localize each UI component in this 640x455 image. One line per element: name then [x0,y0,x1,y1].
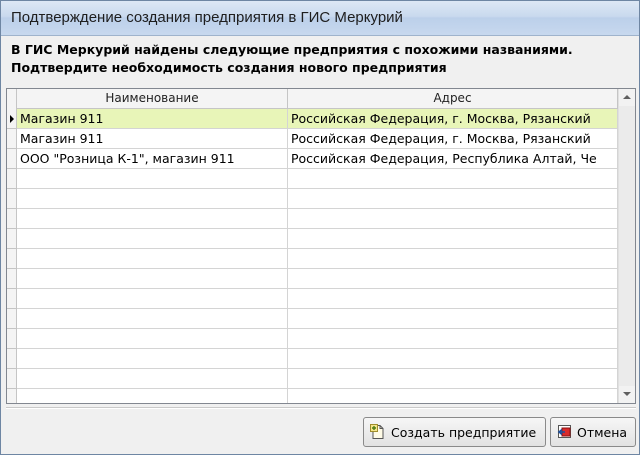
empty-table-row [7,289,618,309]
cell-name[interactable] [17,249,288,269]
empty-table-row [7,389,618,403]
row-indicator[interactable] [7,149,17,169]
cancel-icon [557,425,571,438]
row-indicator[interactable] [7,129,17,149]
row-indicator[interactable] [7,329,17,349]
row-indicator[interactable] [7,209,17,229]
empty-table-row [7,169,618,189]
row-indicator[interactable] [7,349,17,369]
message-line-2: Подтвердите необходимость создания новог… [11,60,447,75]
row-indicator[interactable] [7,369,17,389]
cell-name[interactable] [17,369,288,389]
message-line-1: В ГИС Меркурий найдены следующие предпри… [11,42,573,57]
empty-table-row [7,329,618,349]
cell-address[interactable] [288,169,618,189]
cell-name[interactable] [17,309,288,329]
cell-address[interactable] [288,249,618,269]
cell-name[interactable] [17,329,288,349]
new-document-icon [370,424,384,439]
row-indicator[interactable] [7,109,17,129]
cancel-label: Отмена [577,425,628,440]
empty-table-row [7,349,618,369]
row-indicator[interactable] [7,269,17,289]
empty-table-row [7,369,618,389]
enterprises-grid[interactable]: Наименование Адрес Магазин 911 Российская… [6,88,636,404]
column-header-name[interactable]: Наименование [17,89,288,108]
bottom-separator [6,407,636,409]
message-text: В ГИС Меркурий найдены следующие предпри… [11,41,631,77]
empty-table-row [7,229,618,249]
cell-address[interactable] [288,329,618,349]
scroll-down-arrow-icon [623,392,631,396]
cell-name[interactable]: Магазин 911 [17,109,288,129]
cell-name[interactable] [17,349,288,369]
cancel-button[interactable]: Отмена [550,417,636,447]
cell-name[interactable] [17,169,288,189]
window-title: Подтверждение создания предприятия в ГИС… [11,9,403,26]
table-row[interactable]: ООО "Розница К-1", магазин 911 Российская… [7,149,618,169]
cell-name[interactable]: Магазин 911 [17,129,288,149]
column-header-address[interactable]: Адрес [288,89,618,108]
grid-header: Наименование Адрес [7,89,635,109]
row-indicator[interactable] [7,309,17,329]
title-bar[interactable]: Подтверждение создания предприятия в ГИС… [1,1,639,36]
row-indicator[interactable] [7,249,17,269]
row-indicator[interactable] [7,389,17,403]
cell-address[interactable] [288,289,618,309]
dialog-window: Подтверждение создания предприятия в ГИС… [0,0,640,455]
scroll-up-arrow-icon [623,95,631,99]
table-row[interactable]: Магазин 911 Российская Федерация, г. Моск… [7,129,618,149]
cell-address[interactable] [288,229,618,249]
cell-address[interactable] [288,309,618,329]
row-indicator[interactable] [7,169,17,189]
vertical-scrollbar[interactable] [618,89,635,403]
cell-address[interactable]: Российская Федерация, г. Москва, Рязанск… [288,109,618,129]
cell-address[interactable]: Российская Федерация, Республика Алтай, … [288,149,618,169]
cell-name[interactable]: ООО "Розница К-1", магазин 911 [17,149,288,169]
cell-name[interactable] [17,209,288,229]
cell-name[interactable] [17,269,288,289]
cell-name[interactable] [17,289,288,309]
cell-name[interactable] [17,229,288,249]
row-indicator[interactable] [7,189,17,209]
header-indicator-cell [7,89,17,108]
table-row[interactable]: Магазин 911 Российская Федерация, г. Моск… [7,109,618,129]
empty-table-row [7,269,618,289]
cell-name[interactable] [17,389,288,403]
create-enterprise-label: Создать предприятие [391,425,537,440]
scroll-down-button[interactable] [619,386,635,403]
cell-address[interactable]: Российская Федерация, г. Москва, Рязанск… [288,129,618,149]
create-enterprise-button[interactable]: Создать предприятие [363,417,546,447]
empty-table-row [7,209,618,229]
cell-address[interactable] [288,269,618,289]
row-indicator[interactable] [7,289,17,309]
cell-address[interactable] [288,209,618,229]
current-row-arrow-icon [10,115,14,123]
cell-address[interactable] [288,189,618,209]
empty-table-row [7,309,618,329]
row-indicator[interactable] [7,229,17,249]
cell-address[interactable] [288,389,618,403]
scroll-up-button[interactable] [619,89,635,106]
cell-address[interactable] [288,369,618,389]
cell-name[interactable] [17,189,288,209]
empty-table-row [7,189,618,209]
cell-address[interactable] [288,349,618,369]
empty-table-row [7,249,618,269]
